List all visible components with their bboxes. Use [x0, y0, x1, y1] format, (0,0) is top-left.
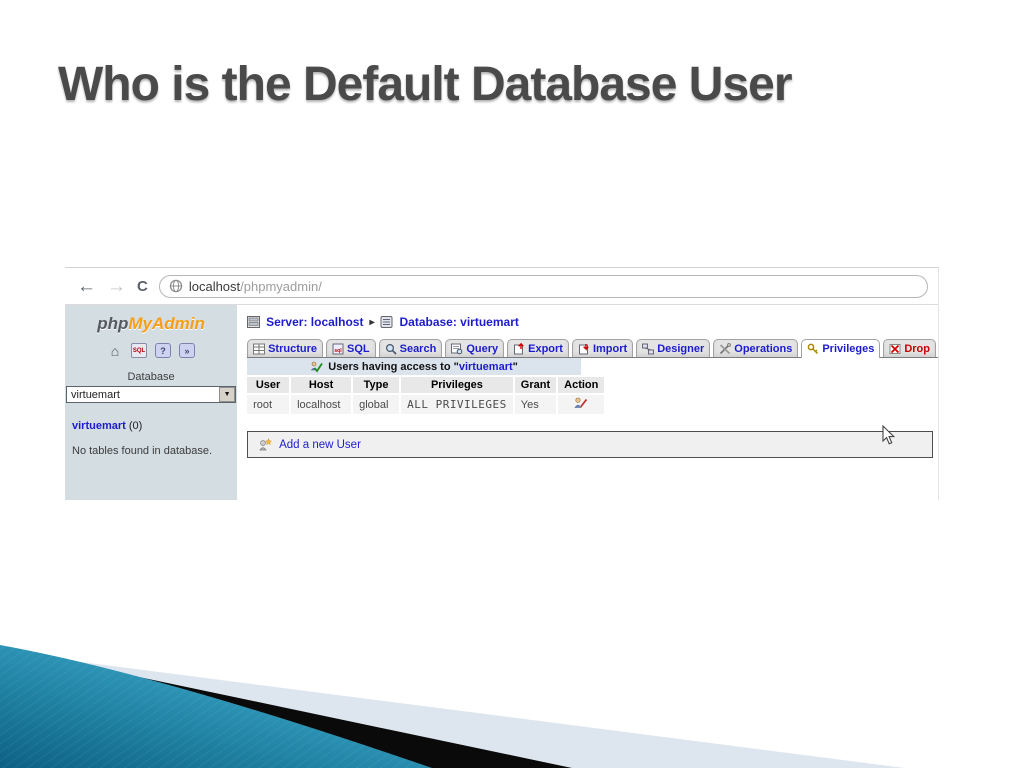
designer-icon: [642, 343, 655, 355]
database-tree-item: virtuemart (0): [65, 420, 237, 432]
users-caption: Users having access to "virtuemart": [247, 358, 582, 375]
tab-drop[interactable]: Drop: [883, 339, 936, 357]
database-select[interactable]: virtuemart ▼: [66, 386, 237, 403]
cell-user: root: [247, 395, 290, 414]
browser-screenshot: ← → C localhost/phpmyadmin/ phpMyAdmin ⌂…: [65, 267, 939, 500]
address-bar[interactable]: localhost/phpmyadmin/: [158, 274, 928, 298]
reload-icon[interactable]: C: [137, 278, 148, 295]
decor-black-triangle: [58, 660, 572, 768]
database-link[interactable]: virtuemart: [72, 420, 126, 432]
search-icon: [385, 343, 397, 355]
decor-gray-triangle: [58, 659, 905, 768]
globe-icon: [169, 279, 183, 293]
col-user[interactable]: User: [247, 377, 290, 393]
tab-operations[interactable]: Operations: [713, 339, 799, 357]
phpmyadmin-page: phpMyAdmin ⌂ SQL ? » Database virtuemart…: [65, 305, 938, 500]
decor-teal-triangle: [0, 645, 432, 768]
breadcrumb-server[interactable]: Server: localhost: [266, 315, 363, 329]
tab-privileges[interactable]: Privileges: [801, 339, 881, 358]
tab-query[interactable]: Query: [445, 339, 505, 357]
cell-host: localhost: [291, 395, 352, 414]
col-type[interactable]: Type: [353, 377, 400, 393]
query-icon: [451, 343, 463, 355]
col-grant[interactable]: Grant: [514, 377, 557, 393]
forward-icon[interactable]: →: [107, 277, 126, 296]
caption-text: Users having access to "virtuemart": [328, 361, 518, 373]
tab-import[interactable]: Import: [571, 339, 634, 357]
mouse-cursor: [882, 425, 896, 445]
pma-sidebar: phpMyAdmin ⌂ SQL ? » Database virtuemart…: [65, 305, 238, 500]
add-user-icon: [259, 438, 273, 451]
database-label: Database: [127, 371, 175, 383]
drop-icon: [889, 344, 901, 354]
tab-structure[interactable]: Structure: [247, 339, 323, 357]
back-icon[interactable]: ←: [77, 277, 96, 296]
url-text: localhost/phpmyadmin/: [189, 279, 322, 294]
tab-search[interactable]: Search: [378, 339, 443, 357]
caption-database-name: virtuemart: [458, 361, 513, 373]
breadcrumb-arrow-icon: ▸: [369, 316, 375, 328]
breadcrumb: Server: localhost ▸ Database: virtuemart: [247, 310, 938, 334]
privileges-table: User Host Type Privileges Grant Action r…: [245, 375, 606, 416]
col-action[interactable]: Action: [558, 377, 605, 393]
breadcrumb-database[interactable]: Database: virtuemart: [399, 315, 518, 329]
table-row: root localhost global ALL PRIVILEGES Yes: [247, 395, 605, 414]
database-select-value: virtuemart: [71, 388, 120, 401]
cell-action: [558, 395, 605, 414]
tab-sql[interactable]: sql SQL: [325, 339, 376, 357]
add-user-fieldset: Add a new User: [247, 431, 933, 458]
cell-privileges: ALL PRIVILEGES: [401, 395, 513, 414]
privileges-icon: [807, 343, 819, 355]
col-privileges[interactable]: Privileges: [401, 377, 513, 393]
tab-strip: Structure sql SQL Search Query Export Im…: [247, 338, 938, 358]
tab-designer[interactable]: Designer: [636, 339, 711, 357]
tab-export[interactable]: Export: [507, 339, 569, 357]
page-title: Who is the Default Database User: [58, 58, 793, 111]
pma-content: Server: localhost ▸ Database: virtuemart…: [237, 305, 938, 500]
operations-icon: [720, 343, 732, 355]
sidebar-icon-row: ⌂ SQL ? »: [65, 343, 237, 359]
sql-window-icon[interactable]: SQL: [131, 343, 148, 358]
slide-canvas: { "slide": { "title": "Who is the Defaul…: [0, 0, 1024, 768]
cell-type: global: [353, 395, 400, 414]
no-tables-message: No tables found in database.: [72, 445, 213, 457]
table-header-row: User Host Type Privileges Grant Action: [247, 377, 605, 393]
database-icon: [380, 316, 393, 328]
check-user-icon: [311, 361, 324, 373]
help-icon[interactable]: ?: [155, 343, 172, 358]
sql-icon: sql: [332, 343, 344, 355]
url-host: localhost: [188, 278, 241, 294]
export-icon: [514, 343, 524, 355]
edit-privileges-icon[interactable]: [574, 397, 588, 409]
url-path: /phpmyadmin/: [240, 278, 322, 294]
structure-icon: [253, 343, 266, 355]
browser-toolbar: ← → C localhost/phpmyadmin/: [65, 268, 938, 305]
svg-text:sql: sql: [334, 348, 342, 354]
col-host[interactable]: Host: [291, 377, 352, 393]
chevron-down-icon[interactable]: ▼: [219, 387, 236, 402]
home-icon[interactable]: ⌂: [107, 343, 123, 359]
docs-icon[interactable]: »: [179, 343, 196, 358]
import-icon: [578, 344, 589, 355]
cell-grant: Yes: [514, 395, 557, 414]
phpmyadmin-logo: phpMyAdmin: [97, 314, 205, 333]
server-icon: [247, 316, 261, 328]
table-count: (0): [128, 420, 143, 432]
add-user-link[interactable]: Add a new User: [279, 439, 361, 451]
